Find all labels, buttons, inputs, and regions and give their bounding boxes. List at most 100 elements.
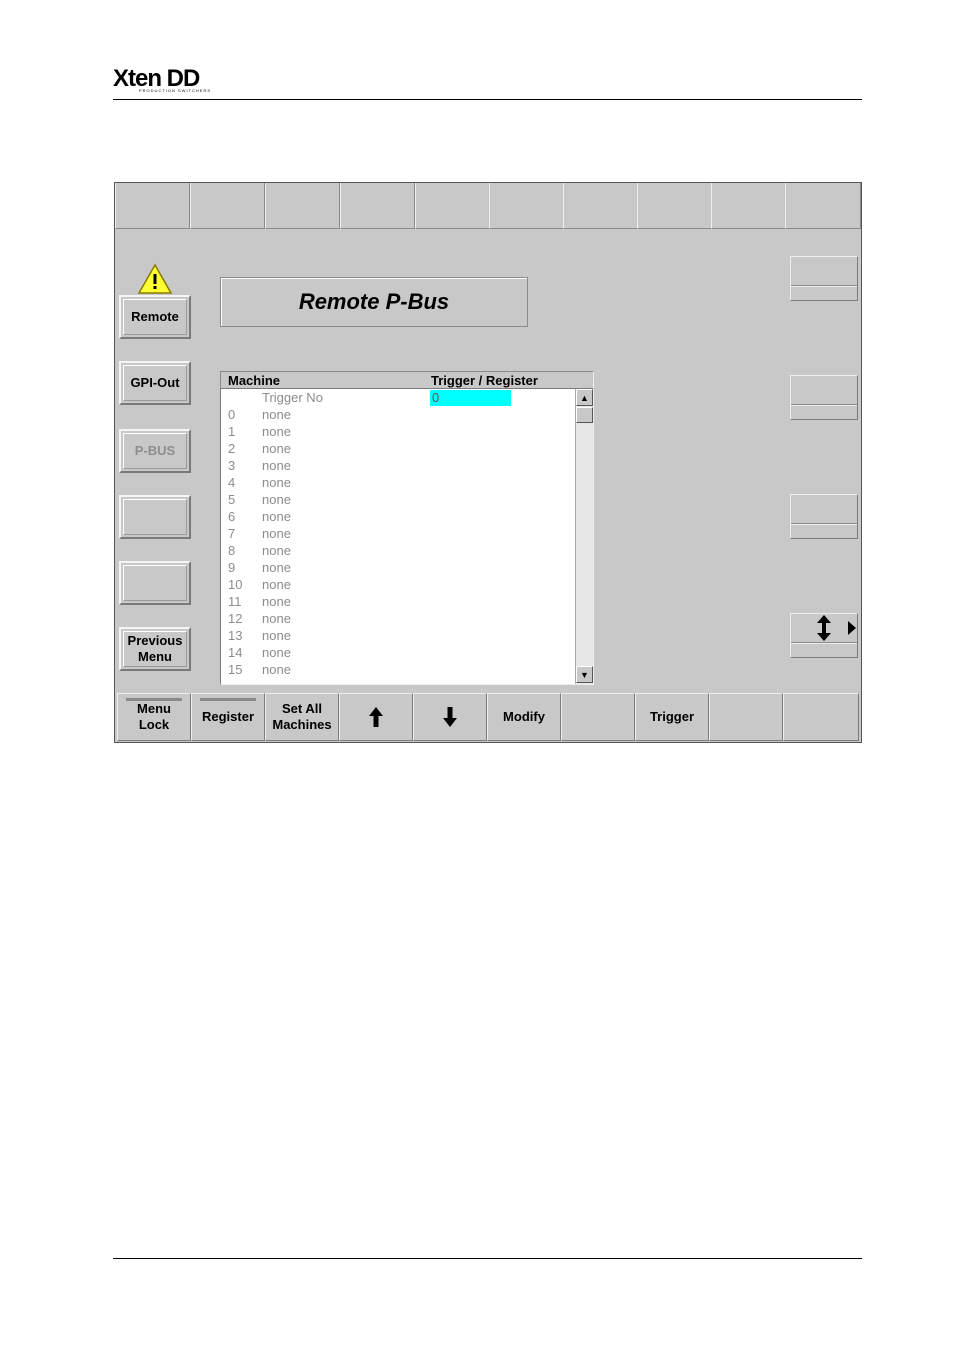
move-down-button[interactable]	[413, 693, 487, 741]
row-machine-name: none	[262, 458, 291, 473]
table-row[interactable]: 15 none	[221, 661, 575, 678]
empty-side-button-1[interactable]	[119, 495, 191, 539]
panel-divider	[791, 523, 857, 525]
set-all-machines-button[interactable]: Set All Machines	[265, 693, 339, 741]
top-key-7[interactable]	[563, 183, 638, 229]
row-machine-name: none	[262, 543, 291, 558]
trigger-row[interactable]: Trigger No 0	[221, 389, 575, 406]
register-label: Register	[201, 709, 255, 724]
switcher-screen: Remote GPI-Out P-BUS Previous Menu Remot…	[114, 182, 862, 743]
register-button[interactable]: Register	[191, 693, 265, 741]
menu-lock-label: Menu Lock	[137, 701, 171, 732]
row-machine-name: none	[262, 611, 291, 626]
top-key-6[interactable]	[489, 183, 564, 229]
modify-label: Modify	[503, 709, 545, 724]
panel-divider	[791, 285, 857, 287]
empty-bottom-key-1[interactable]	[561, 693, 635, 741]
gpi-out-button[interactable]: GPI-Out	[119, 361, 191, 405]
logo-subtext: PRODUCTION SWITCHERS	[139, 88, 211, 93]
column-header-machine: Machine	[228, 373, 281, 388]
empty-side-button-2[interactable]	[119, 561, 191, 605]
empty-bottom-key-2[interactable]	[709, 693, 783, 741]
table-row[interactable]: 10 none	[221, 576, 575, 593]
scroll-up-button[interactable]: ▲	[576, 389, 593, 406]
gpi-out-button-inner-bevel	[123, 365, 187, 401]
xtendd-logo: Xten DD PRODUCTION SWITCHERS	[113, 64, 223, 96]
menu-lock-button[interactable]: Menu Lock	[117, 693, 191, 741]
table-row[interactable]: 5 none	[221, 491, 575, 508]
move-up-button[interactable]	[339, 693, 413, 741]
scroll-down-button[interactable]: ▼	[576, 666, 593, 683]
row-index: 1	[228, 424, 236, 439]
top-key-4[interactable]	[340, 183, 415, 229]
previous-menu-button-inner-bevel	[123, 631, 187, 667]
vertical-resize-icon	[817, 615, 831, 641]
row-machine-name: none	[262, 577, 291, 592]
trigger-label: Trigger	[649, 709, 695, 724]
table-row[interactable]: 6 none	[221, 508, 575, 525]
row-index: 9	[228, 560, 236, 575]
row-machine-name: none	[262, 560, 291, 575]
row-index: 7	[228, 526, 236, 541]
table-row[interactable]: 3 none	[221, 457, 575, 474]
table-row[interactable]: 7 none	[221, 525, 575, 542]
table-row[interactable]: 12 none	[221, 610, 575, 627]
table-row[interactable]: 0 none	[221, 406, 575, 423]
machine-list[interactable]: Trigger No 0 0 none 1 none 2 none 3 none 4 no…	[220, 389, 594, 685]
row-index: 5	[228, 492, 236, 507]
table-row[interactable]: 9 none	[221, 559, 575, 576]
active-indicator-bar	[126, 698, 182, 701]
table-row[interactable]: 14 none	[221, 644, 575, 661]
table-row[interactable]: 1 none	[221, 423, 575, 440]
modify-button[interactable]: Modify	[487, 693, 561, 741]
empty-side-button-1-inner-bevel	[123, 499, 187, 535]
top-key-1[interactable]	[115, 183, 190, 229]
row-machine-name: none	[262, 645, 291, 660]
row-index: 12	[228, 611, 243, 626]
trigger-number-cell[interactable]: 0	[430, 390, 511, 406]
empty-bottom-key-3[interactable]	[783, 693, 859, 741]
p-bus-button[interactable]: P-BUS	[119, 429, 191, 473]
right-panel-scroll[interactable]	[790, 613, 858, 658]
table-row[interactable]: 4 none	[221, 474, 575, 491]
table-row[interactable]: 13 none	[221, 627, 575, 644]
previous-menu-button[interactable]: Previous Menu	[119, 627, 191, 671]
panel-divider	[791, 642, 857, 644]
trigger-button[interactable]: Trigger	[635, 693, 709, 741]
top-key-8[interactable]	[637, 183, 712, 229]
row-machine-name: none	[262, 509, 291, 524]
scroll-down-icon: ▼	[580, 669, 589, 680]
row-index: 8	[228, 543, 236, 558]
arrow-down-icon	[443, 707, 457, 727]
table-row[interactable]: 2 none	[221, 440, 575, 457]
row-index: 3	[228, 458, 236, 473]
right-panel-2[interactable]	[790, 375, 858, 420]
warning-icon	[137, 263, 173, 294]
row-machine-name: none	[262, 662, 291, 677]
empty-side-button-2-inner-bevel	[123, 565, 187, 601]
remote-button[interactable]: Remote	[119, 295, 191, 339]
table-row[interactable]: 11 none	[221, 593, 575, 610]
header-rule	[113, 99, 862, 100]
vertical-scrollbar[interactable]: ▲ ▼	[575, 389, 593, 684]
row-machine-name: none	[262, 475, 291, 490]
right-panel-3[interactable]	[790, 494, 858, 539]
row-index: 2	[228, 441, 236, 456]
top-key-9[interactable]	[711, 183, 786, 229]
top-key-5[interactable]	[415, 183, 490, 229]
top-key-10[interactable]	[785, 183, 861, 229]
row-machine-name: none	[262, 441, 291, 456]
row-machine-name: none	[262, 492, 291, 507]
right-panel-1[interactable]	[790, 256, 858, 301]
scrollbar-thumb[interactable]	[576, 407, 593, 423]
row-machine-name: none	[262, 424, 291, 439]
right-arrow-icon	[848, 621, 856, 635]
row-index: 6	[228, 509, 236, 524]
top-key-3[interactable]	[265, 183, 340, 229]
row-index: 10	[228, 577, 243, 592]
arrow-up-icon	[369, 707, 383, 727]
row-index: 0	[228, 407, 236, 422]
table-row[interactable]: 8 none	[221, 542, 575, 559]
page-title: Remote P-Bus	[220, 277, 528, 327]
top-key-2[interactable]	[190, 183, 265, 229]
